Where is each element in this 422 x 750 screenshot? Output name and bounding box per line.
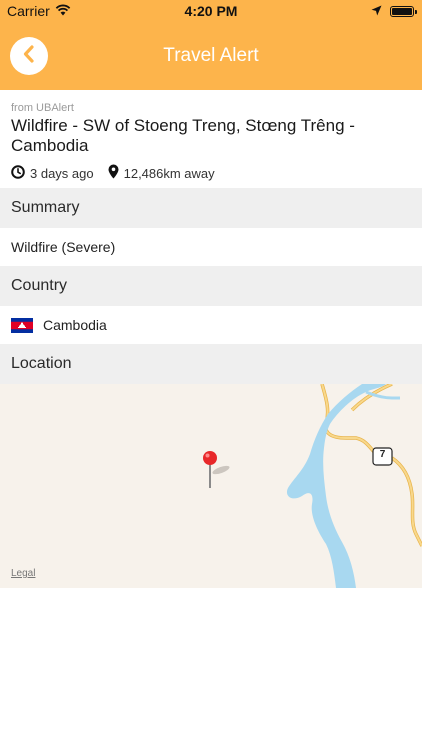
alert-source: from UBAlert [11,102,74,114]
back-button[interactable] [10,37,48,75]
alert-time: 3 days ago [11,164,94,182]
battery-level [392,7,412,15]
alert-meta: 3 days ago 12,486km away [11,164,411,182]
map-pin-icon [108,164,119,182]
clock-icon [11,164,25,182]
summary-header: Summary [0,188,422,228]
page-title: Travel Alert [163,45,259,66]
map-graphic [203,384,422,588]
wifi-icon [55,3,71,19]
location-arrow-icon [371,3,382,19]
status-left: Carrier [7,3,71,19]
alert-header: from UBAlert Wildfire - SW of Stoeng Tre… [0,90,422,188]
battery-icon [390,5,417,17]
alert-title: Wildfire - SW of Stoeng Treng, Stœng Trê… [11,116,355,155]
country-row: Cambodia [0,306,422,344]
map-legal-link[interactable]: Legal [11,568,35,579]
alert-distance-label: 12,486km away [123,165,215,181]
summary-value: Wildfire (Severe) [11,239,116,255]
cambodia-flag-icon [11,317,33,333]
country-header: Country [0,266,422,306]
status-bar: Carrier 4:20 PM [0,0,422,22]
status-right [371,3,417,19]
carrier-label: Carrier [7,3,50,19]
route-shield-label: 7 [379,449,386,460]
alert-time-label: 3 days ago [30,165,94,181]
chevron-left-icon [22,44,36,68]
location-header: Location [0,344,422,384]
nav-bar: Travel Alert [0,22,422,90]
location-map[interactable]: 7 Legal [0,384,422,588]
alert-distance: 12,486km away [108,164,215,182]
country-name: Cambodia [43,317,107,333]
